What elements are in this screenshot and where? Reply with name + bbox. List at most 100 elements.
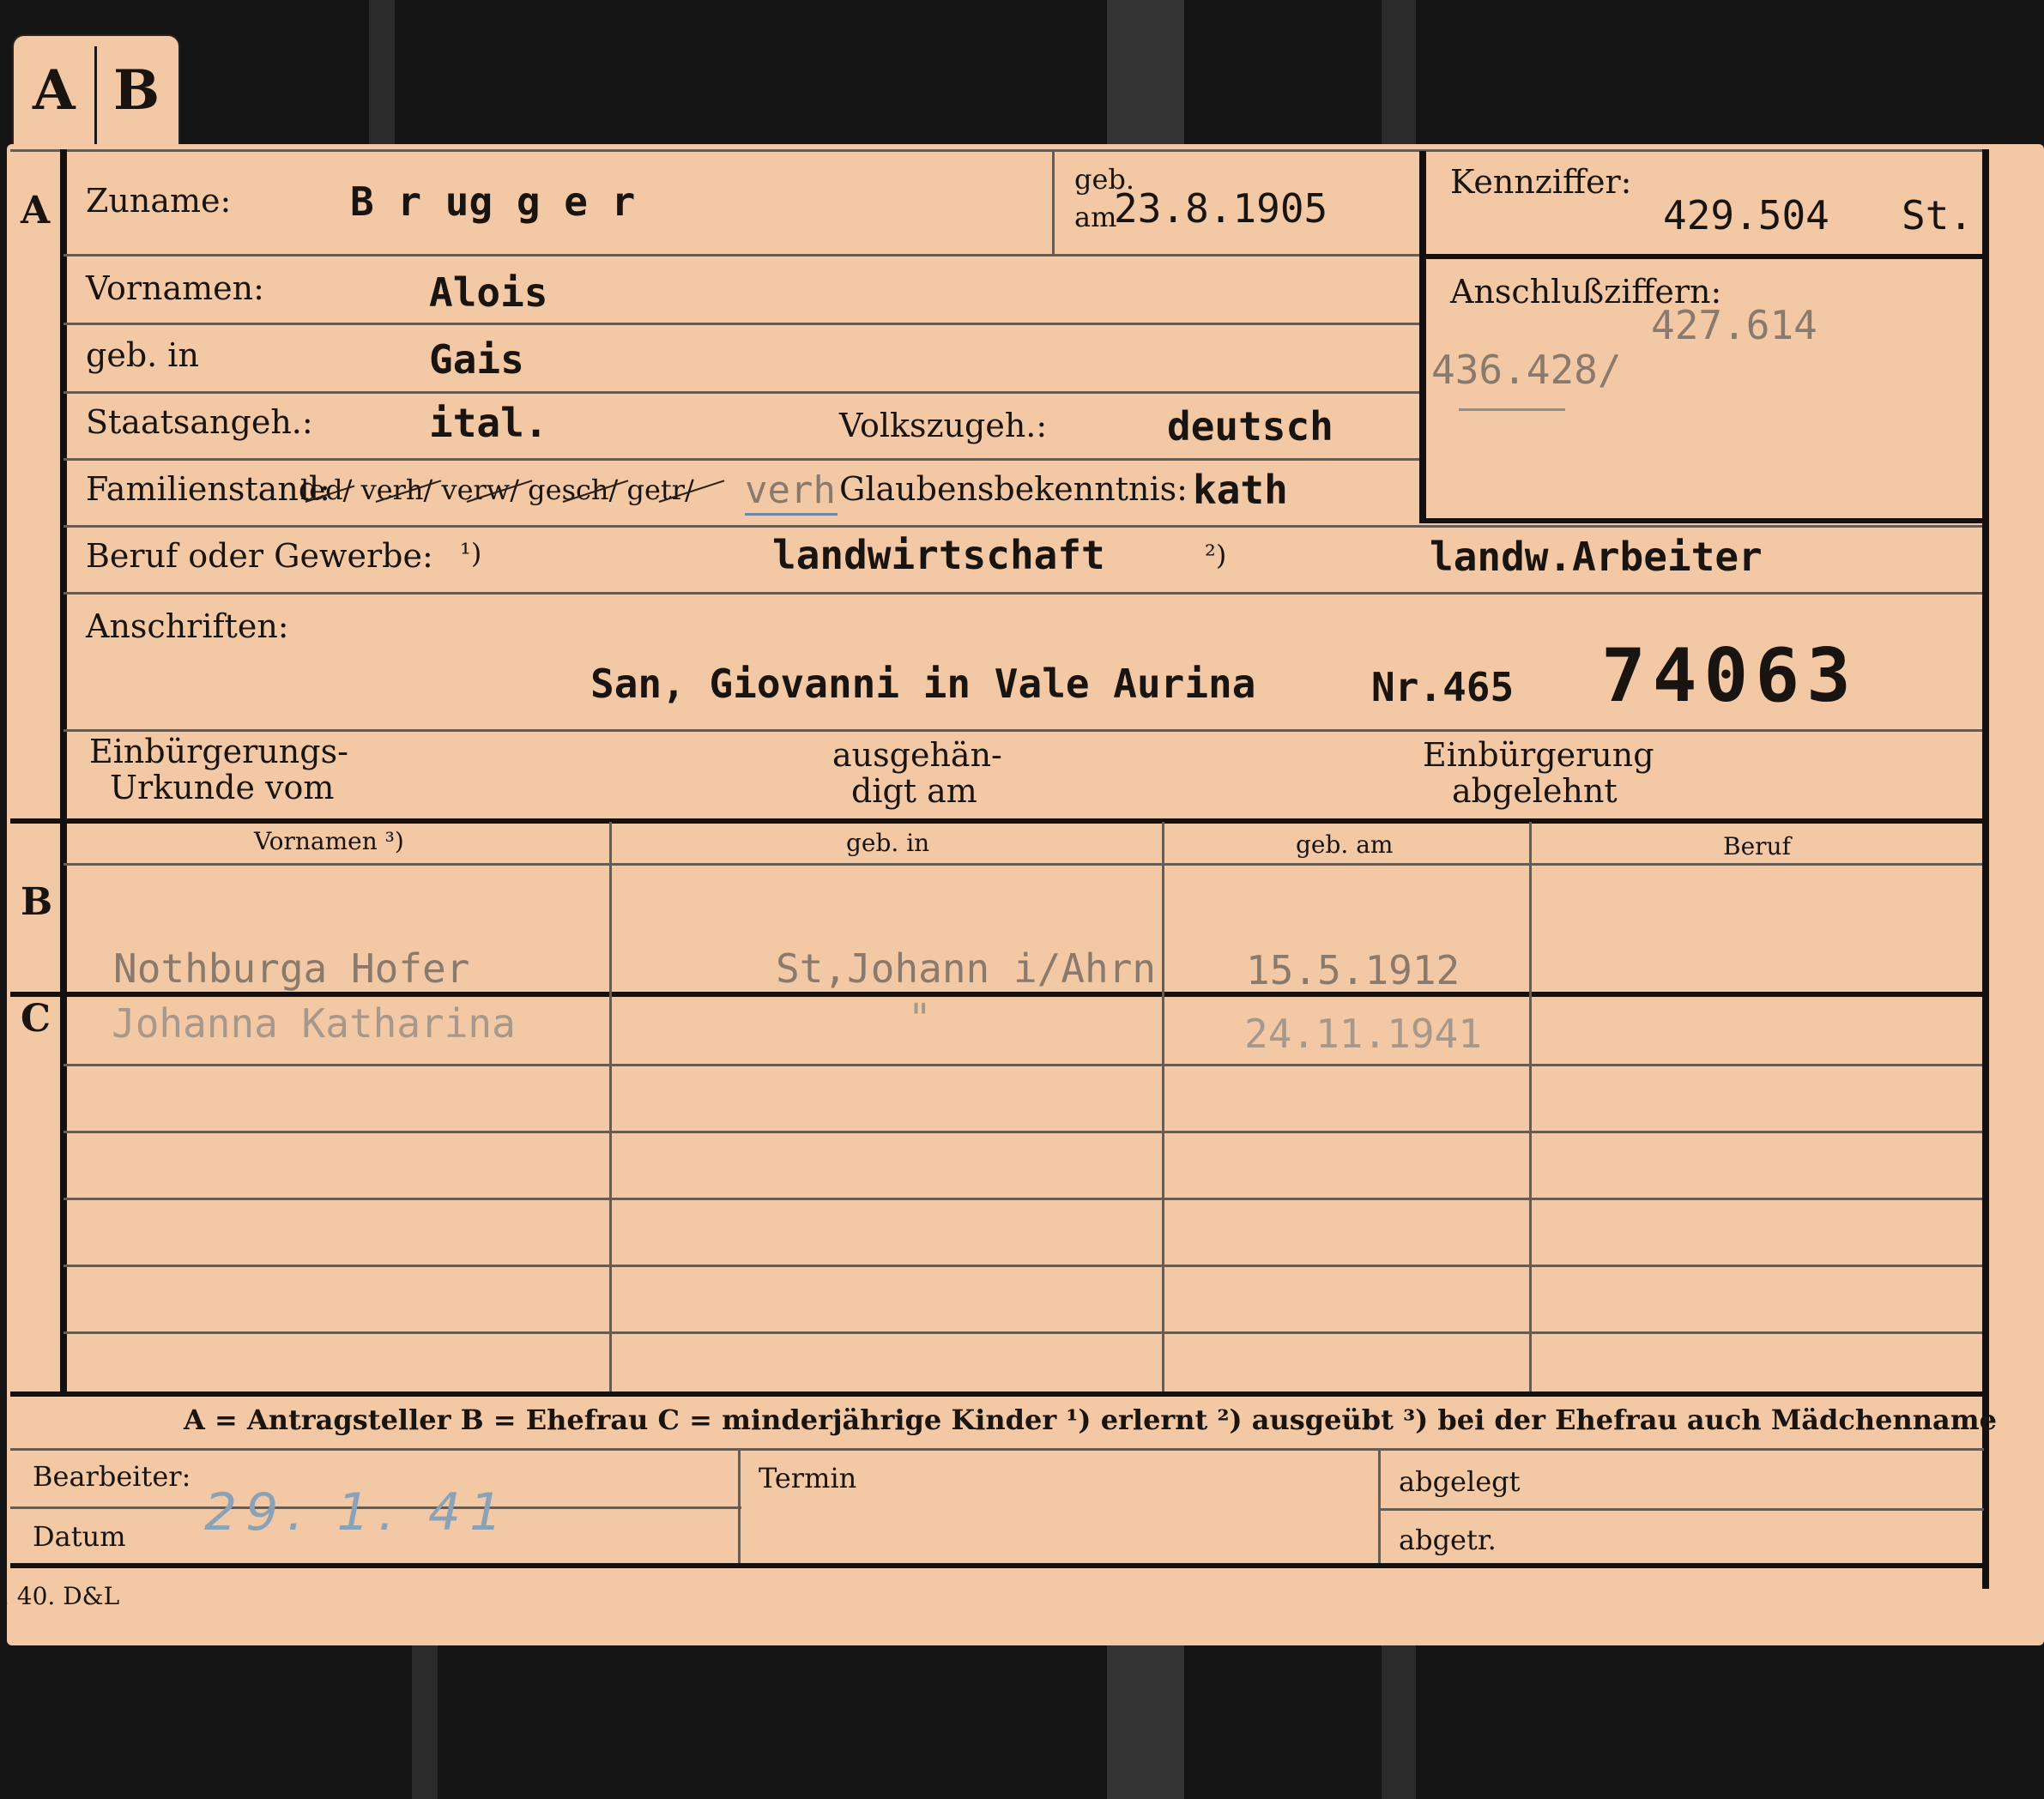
deadline-label: Termin <box>759 1462 857 1494</box>
row-rule-5 <box>63 525 1982 528</box>
table-col-rule-1 <box>609 822 612 1393</box>
registration-card: A B C Zuname: B r ug g e r geb. am 23.8.… <box>2 144 2044 1645</box>
address-label: Anschriften: <box>86 607 289 645</box>
print-mark: . 40. D&L <box>2 1582 120 1610</box>
surname-value: B r ug g e r <box>350 178 636 225</box>
marital-underline <box>745 513 838 516</box>
table-header-born-in: geb. in <box>846 829 930 857</box>
spouse-name: Nothburga Hofer <box>113 945 470 992</box>
tab-letter-b: B <box>113 58 160 123</box>
born-on-label-2: am <box>1074 201 1117 233</box>
legend-bottom-rule <box>10 1448 1984 1451</box>
table-header-occupation: Beruf <box>1723 832 1791 860</box>
citizenship-value: ital. <box>429 400 548 446</box>
footer-col-rule-2 <box>1378 1450 1381 1563</box>
frame-right <box>1982 149 1989 1589</box>
film-strip-top-right <box>1382 0 1416 146</box>
occupation-note-2: ²) <box>1205 539 1227 571</box>
child-1-name: Johanna Katharina <box>112 1000 516 1047</box>
row-rule-4 <box>63 458 1424 461</box>
card-tab: A B <box>12 34 180 151</box>
born-on-value: 23.8.1905 <box>1114 185 1328 232</box>
table-col-rule-2 <box>1162 822 1164 1393</box>
marital-status-label: Familienstand: <box>86 470 330 508</box>
anschluss-value-2: 436.428/ <box>1431 347 1622 393</box>
first-names-label: Vornamen: <box>86 269 264 307</box>
section-c-letter: C <box>21 997 51 1041</box>
legend-text: A = Antragsteller B = Ehefrau C = minder… <box>184 1404 1997 1436</box>
section-column-rule <box>60 149 67 1393</box>
id-box-middle <box>1419 254 1984 259</box>
child-row-rule-4 <box>63 1265 1982 1267</box>
section-a-letter: A <box>21 189 51 232</box>
table-top-rule <box>10 818 1987 824</box>
ethnicity-label: Volkszugeh.: <box>839 407 1048 444</box>
filed-label: abgelegt <box>1399 1465 1521 1498</box>
marital-options-struck: led/ verh/ verw/ gesch/ getr/ <box>300 474 694 506</box>
film-strip-top-middle <box>1107 0 1184 146</box>
citizenship-label: Staatsangeh.: <box>86 403 313 441</box>
legend-top-rule <box>10 1392 1987 1397</box>
address-number: Nr.465 <box>1371 664 1515 710</box>
child-row-rule-1 <box>63 1064 1982 1066</box>
tab-divider <box>94 46 97 146</box>
footer-col-rule-1 <box>738 1450 741 1563</box>
row-rule-1 <box>63 254 1424 257</box>
issued-label-2: digt am <box>851 772 977 810</box>
child-1-born-in: " <box>908 995 932 1041</box>
child-row-rule-3 <box>63 1198 1982 1200</box>
file-number: 74063 <box>1601 633 1858 719</box>
naturalization-doc-label-1: Einbürgerungs- <box>89 733 348 770</box>
spouse-bottom-rule <box>10 992 1987 997</box>
anschluss-value-1: 427.614 <box>1651 302 1817 348</box>
child-row-rule-2 <box>63 1131 1982 1133</box>
ethnicity-value: deutsch <box>1167 403 1333 450</box>
row-rule-3 <box>63 391 1424 394</box>
row-rule-2 <box>63 323 1424 325</box>
religion-label: Glaubensbekenntnis: <box>839 470 1188 508</box>
issued-label-1: ausgehän- <box>832 736 1002 774</box>
anschluss-underline <box>1459 408 1565 411</box>
film-strip-top-left <box>369 0 395 146</box>
film-strip-bottom-middle <box>1107 1643 1184 1799</box>
religion-value: kath <box>1193 467 1288 513</box>
kennziffer-value: 429.504 <box>1663 192 1829 238</box>
rejected-label-1: Einbürgerung <box>1423 736 1654 774</box>
film-strip-bottom-left <box>412 1643 438 1799</box>
occupation-label: Beruf oder Gewerbe: <box>86 537 433 575</box>
section-b-letter: B <box>21 880 53 924</box>
address-value: San, Giovanni in Vale Aurina <box>590 661 1256 707</box>
removed-label: abgetr. <box>1399 1524 1497 1556</box>
footer-mid-rule-right <box>1380 1508 1984 1511</box>
date-label: Datum <box>33 1520 126 1553</box>
frame-top <box>10 149 1986 152</box>
naturalization-doc-label-2: Urkunde vom <box>110 769 335 806</box>
clerk-label: Bearbeiter: <box>33 1460 191 1493</box>
born-in-value: Gais <box>429 336 524 383</box>
kennziffer-suffix: St. <box>1902 192 1974 238</box>
tab-letter-a: A <box>33 58 76 123</box>
first-names-value: Alois <box>429 269 548 316</box>
table-header-born-on: geb. am <box>1296 830 1394 859</box>
child-row-rule-5 <box>63 1331 1982 1334</box>
occupation-note-1: ¹) <box>460 537 482 570</box>
table-col-rule-3 <box>1529 822 1532 1393</box>
rejected-label-2: abgelehnt <box>1452 772 1618 810</box>
row-rule-7 <box>63 729 1982 732</box>
surname-label: Zuname: <box>86 182 232 220</box>
film-strip-bottom-right <box>1382 1643 1416 1799</box>
table-header-rule <box>63 863 1982 866</box>
table-header-first-names: Vornamen ³) <box>254 827 404 855</box>
occupation-value-2: landw.Arbeiter <box>1430 534 1763 580</box>
child-1-born-on: 24.11.1941 <box>1244 1011 1482 1057</box>
id-box-left <box>1419 151 1426 523</box>
marital-value: verh <box>745 468 836 512</box>
born-on-divider <box>1052 151 1055 254</box>
born-in-label: geb. in <box>86 336 199 374</box>
row-rule-6 <box>63 592 1982 595</box>
spouse-born-on: 15.5.1912 <box>1246 947 1460 993</box>
footer-bottom-rule <box>10 1563 1987 1568</box>
id-box-bottom <box>1419 518 1984 523</box>
date-value: 29. 1. 41 <box>204 1482 511 1542</box>
spouse-born-in: St,Johann i/Ahrn <box>776 945 1157 992</box>
